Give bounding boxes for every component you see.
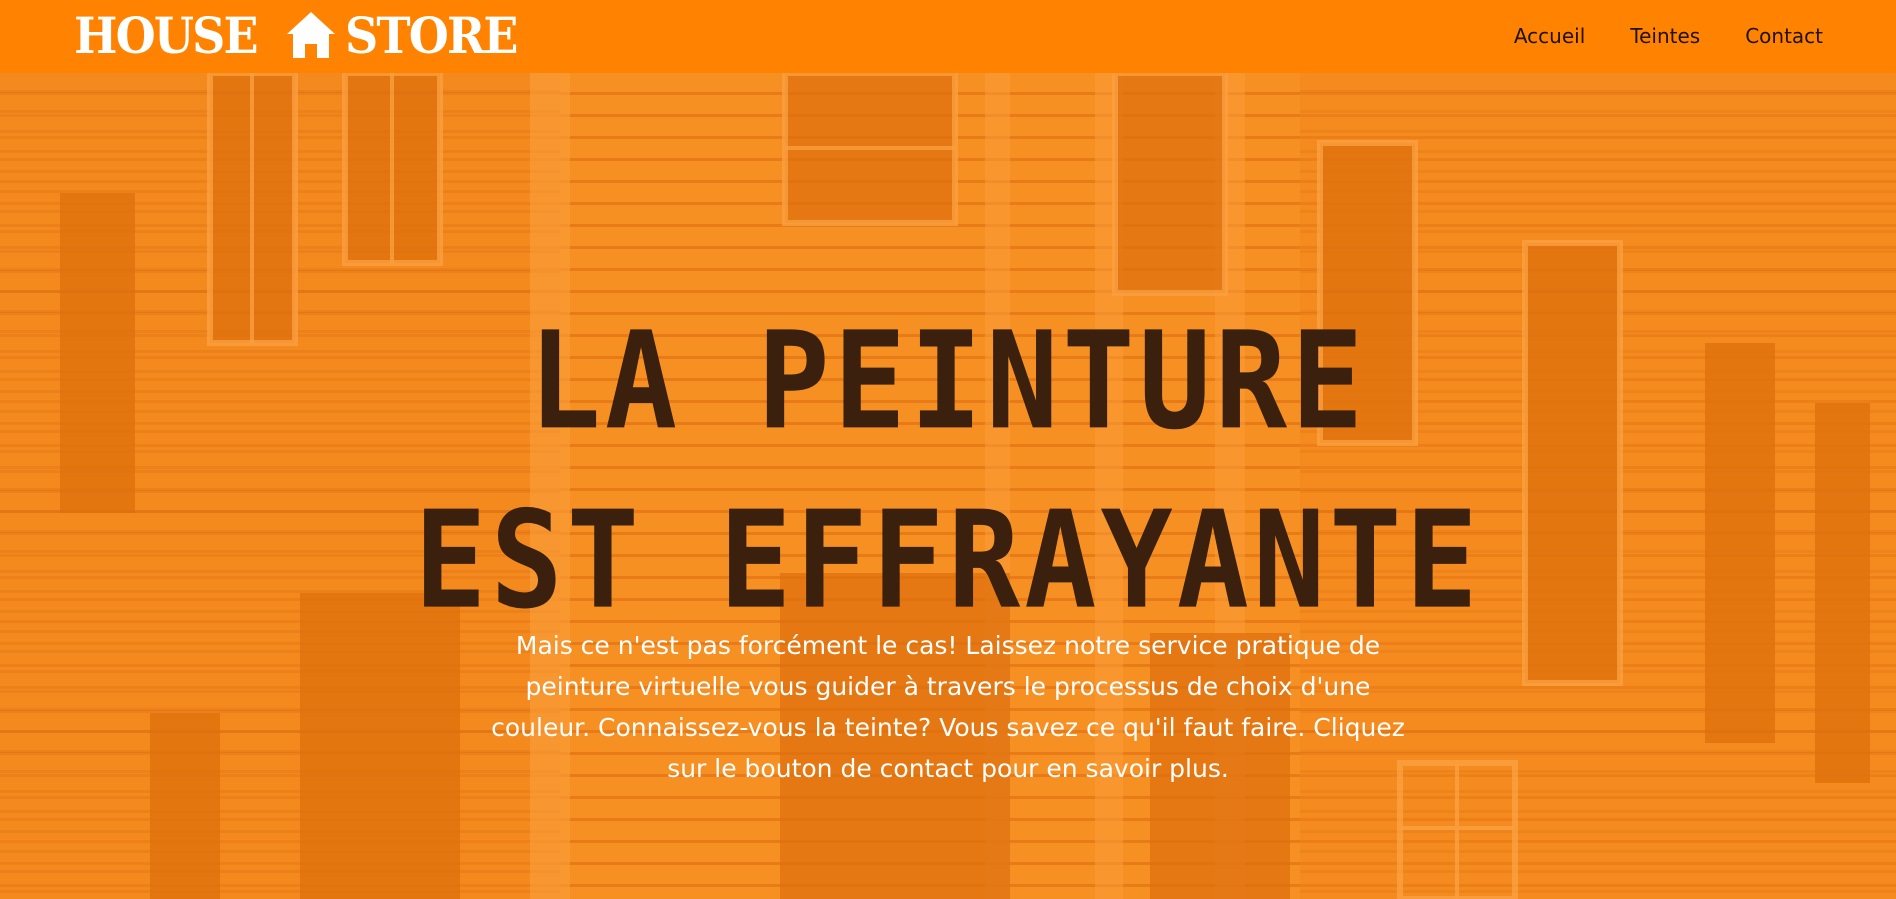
logo-text-left: HOUSE bbox=[74, 6, 259, 65]
nav-link-contact[interactable]: Contact bbox=[1745, 22, 1823, 50]
nav-link-accueil[interactable]: Accueil bbox=[1514, 22, 1585, 50]
hero-paragraph: Mais ce n'est pas forcément le cas! Lais… bbox=[491, 631, 1405, 783]
house-icon bbox=[286, 12, 335, 58]
house-store-logo[interactable]: HOUSE STORE bbox=[74, 8, 531, 64]
nav-link-teintes[interactable]: Teintes bbox=[1630, 22, 1700, 50]
logo-text-right: STORE bbox=[344, 6, 518, 65]
hero-section: LA PEINTURE EST EFFRAYANTE Mais ce n'est… bbox=[0, 73, 1896, 899]
hero-title: LA PEINTURE EST EFFRAYANTE bbox=[0, 293, 1896, 651]
main-nav: Accueil Teintes Contact bbox=[1514, 22, 1823, 50]
top-navbar: HOUSE STORE Accueil Teintes Contact bbox=[0, 0, 1896, 73]
hero-title-line-1: LA PEINTURE bbox=[528, 304, 1368, 460]
